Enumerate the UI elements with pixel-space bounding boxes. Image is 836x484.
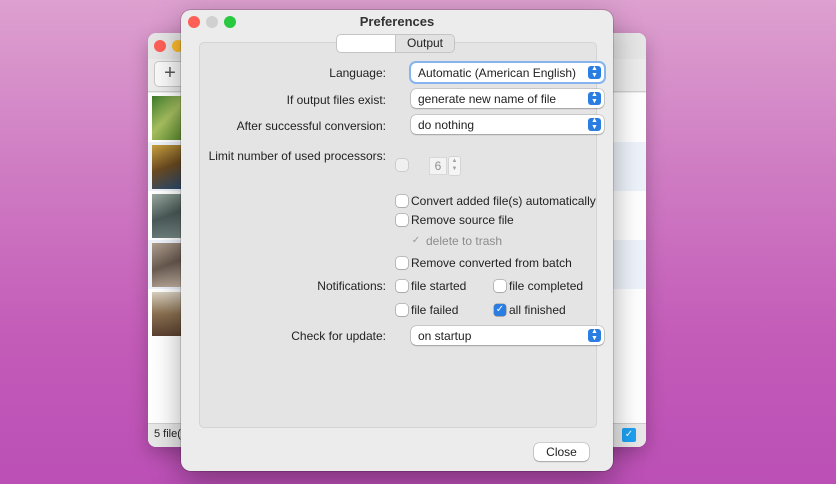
file-failed-label: file failed [411,303,459,317]
tab-general[interactable] [336,34,396,53]
processors-count-field[interactable]: 6 [429,157,447,175]
thumbnail-image [152,145,182,189]
convert-auto-checkbox[interactable] [396,195,408,207]
thumbnail-image [152,292,182,336]
preferences-panel: Language: Automatic (American English) ▲… [199,42,604,428]
after-conversion-label: After successful conversion: [236,119,386,133]
tab-output[interactable]: Output [396,34,455,53]
convert-auto-label: Convert added file(s) automatically [411,194,596,208]
file-completed-label: file completed [509,279,584,293]
file-completed-checkbox[interactable] [494,280,506,292]
thumbnail-image [152,96,182,140]
file-started-checkbox[interactable] [396,280,408,292]
remove-source-label: Remove source file [411,213,514,227]
remove-converted-label: Remove converted from batch [411,256,572,270]
delete-trash-checkbox: ✓ [411,235,421,246]
output-exists-label: If output files exist: [286,93,386,107]
twitter-icon[interactable]: ✓ [622,428,636,442]
window-title: Preferences [359,14,435,29]
tab-bar: Output [336,34,455,53]
update-label: Check for update: [291,329,386,343]
processors-stepper[interactable]: ▲ ▼ [448,156,461,176]
all-finished-label: all finished [509,303,566,317]
delete-trash-label: delete to trash [426,234,503,248]
preferences-window: Preferences Language: Automatic (America… [181,10,613,471]
chevron-updown-icon: ▲ ▼ [588,65,601,79]
language-select[interactable]: Automatic (American English) ▲ ▼ [411,63,604,82]
file-started-label: file started [411,279,467,293]
update-select[interactable]: on startup ▲ ▼ [411,326,604,345]
processors-label: Limit number of used processors: [208,149,386,163]
close-button[interactable]: Close [534,443,589,461]
processors-checkbox[interactable] [396,159,408,171]
thumbnail-image [152,243,182,287]
chevron-updown-icon: ▲ ▼ [588,328,601,342]
remove-converted-checkbox[interactable] [396,257,408,269]
chevron-updown-icon: ▲ ▼ [588,91,601,105]
remove-source-checkbox[interactable] [396,214,408,226]
file-count-text: 5 file( [154,428,181,440]
all-finished-checkbox[interactable]: ✓ [494,304,506,316]
after-conversion-select[interactable]: do nothing ▲ ▼ [411,115,604,134]
close-dot-icon[interactable] [154,40,166,52]
preferences-titlebar: Preferences [181,10,613,34]
language-label: Language: [329,66,386,80]
thumbnail-image [152,194,182,238]
notifications-label: Notifications: [317,279,386,293]
chevron-updown-icon: ▲ ▼ [588,117,601,131]
output-exists-select[interactable]: generate new name of file ▲ ▼ [411,89,604,108]
file-failed-checkbox[interactable] [396,304,408,316]
